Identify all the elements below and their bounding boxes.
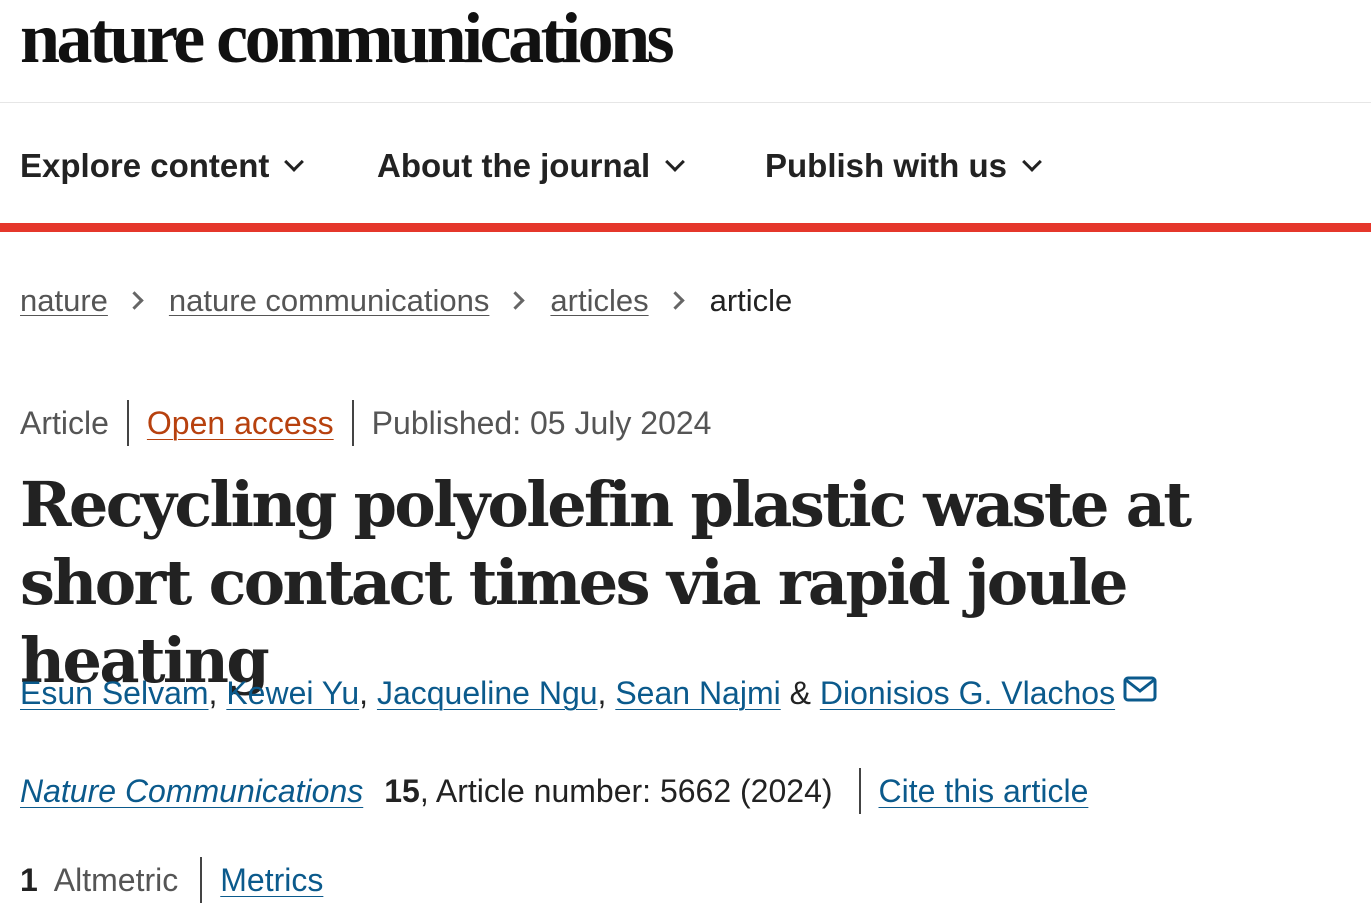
open-access-link[interactable]: Open access xyxy=(147,399,334,447)
chevron-down-icon xyxy=(284,152,305,172)
chevron-down-icon xyxy=(1022,152,1042,172)
nav-explore-content-label: Explore content xyxy=(20,147,270,184)
site-header: nature communications xyxy=(0,0,1371,103)
author-separator: & xyxy=(780,675,820,711)
citation-divider xyxy=(858,768,861,814)
chevron-right-icon xyxy=(665,291,685,310)
volume-number: 15 xyxy=(384,773,420,809)
metrics-link[interactable]: Metrics xyxy=(220,856,323,904)
breadcrumb: nature nature communications articles artic… xyxy=(20,278,792,324)
metrics-line: 1 Altmetric Metrics xyxy=(20,856,323,904)
cite-this-article-link[interactable]: Cite this article xyxy=(879,767,1089,815)
metrics-divider xyxy=(200,857,203,903)
chevron-right-icon xyxy=(506,291,526,310)
nav-explore-content[interactable]: Explore content xyxy=(20,141,305,191)
mail-icon[interactable] xyxy=(1123,667,1157,715)
author-link[interactable]: Esun Selvam xyxy=(20,675,209,711)
nav-publish-with-us-label: Publish with us xyxy=(765,147,1008,184)
journal-link[interactable]: Nature Communications xyxy=(20,767,363,815)
nav-about-the-journal-label: About the journal xyxy=(377,147,651,184)
author-separator: , xyxy=(359,675,377,711)
nav-about-the-journal[interactable]: About the journal xyxy=(377,141,686,191)
chevron-down-icon xyxy=(665,152,686,172)
meta-divider xyxy=(126,400,129,446)
article-title: Recycling polyolefin plastic waste at sh… xyxy=(20,468,1192,697)
author-link[interactable]: Kewei Yu xyxy=(226,675,359,711)
breadcrumb-nature[interactable]: nature xyxy=(20,283,108,318)
main-nav: Explore content About the journal Publis… xyxy=(0,103,1371,223)
author-link[interactable]: Sean Najmi xyxy=(615,675,780,711)
article-meta: Article Open access Published: 05 July 2… xyxy=(20,399,711,447)
breadcrumb-current: article xyxy=(709,283,793,318)
author-link[interactable]: Jacqueline Ngu xyxy=(377,675,598,711)
nav-publish-with-us[interactable]: Publish with us xyxy=(765,141,1042,191)
breadcrumb-nature-communications[interactable]: nature communications xyxy=(169,283,490,318)
author-separator: , xyxy=(597,675,616,711)
author-separator: , xyxy=(208,675,227,711)
citation-line: Nature Communications 15 , Article numbe… xyxy=(20,767,1088,815)
chevron-right-icon xyxy=(125,291,144,310)
author-link[interactable]: Dionisios G. Vlachos xyxy=(820,675,1115,711)
nav-accent-rule xyxy=(0,223,1371,232)
author-list: Esun Selvam, Kewei Yu, Jacqueline Ngu, S… xyxy=(20,669,1157,717)
journal-logo[interactable]: nature communications xyxy=(20,0,675,80)
breadcrumb-articles[interactable]: articles xyxy=(550,283,648,318)
article-type: Article xyxy=(20,405,109,441)
published-date: Published: 05 July 2024 xyxy=(371,405,712,441)
meta-divider xyxy=(351,400,354,446)
article-number: , Article number: 5662 (2024) xyxy=(419,773,833,809)
altmetric-label: Altmetric xyxy=(53,862,179,898)
altmetric-count: 1 xyxy=(20,862,38,898)
